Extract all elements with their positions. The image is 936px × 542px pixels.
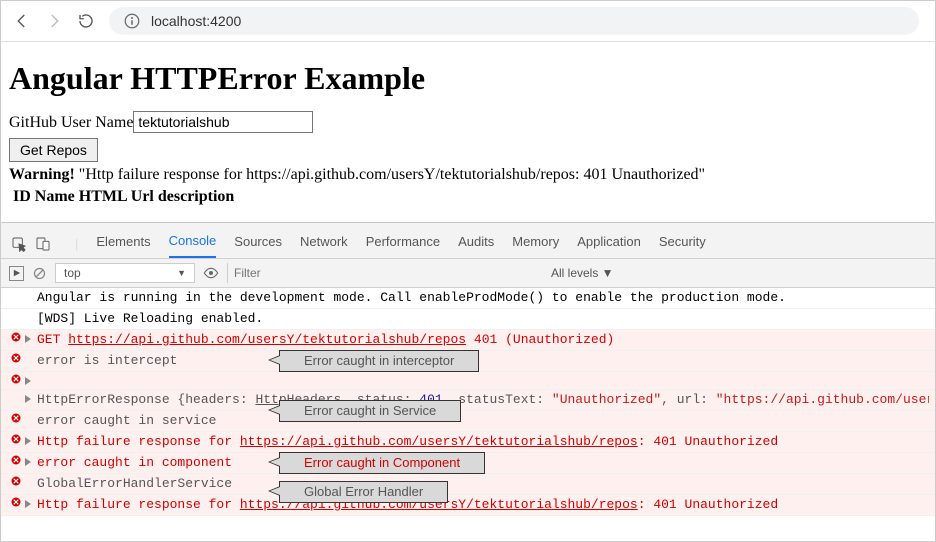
tab-performance[interactable]: Performance xyxy=(366,230,440,257)
expand-icon[interactable] xyxy=(25,395,31,403)
callout-service: Error caught in Service xyxy=(279,400,461,422)
error-line: error is intercept Error caught in inter… xyxy=(1,351,935,372)
expand-icon[interactable] xyxy=(25,500,31,508)
callout-interceptor: Error caught in interceptor xyxy=(279,350,479,372)
expand-icon[interactable] xyxy=(25,377,31,385)
tab-elements[interactable]: Elements xyxy=(96,230,150,257)
execution-play-icon[interactable] xyxy=(9,266,24,281)
error-icon xyxy=(10,373,22,385)
error-line: Http failure response for https://api.gi… xyxy=(1,432,935,453)
username-input[interactable] xyxy=(133,111,313,133)
error-icon xyxy=(10,352,22,364)
error-line: error caught in component Error caught i… xyxy=(1,453,935,474)
error-line: Http failure response for https://api.gi… xyxy=(1,495,935,516)
get-repos-button[interactable]: Get Repos xyxy=(9,138,98,162)
warning-prefix: Warning! xyxy=(9,166,75,183)
table-headers: ID Name HTML Url description xyxy=(9,188,927,206)
back-icon[interactable] xyxy=(13,12,31,30)
live-expression-icon[interactable] xyxy=(203,265,219,281)
warning-message: Warning! "Http failure response for http… xyxy=(9,166,927,184)
request-url-link[interactable]: https://api.github.com/usersY/tektutoria… xyxy=(68,332,466,347)
tab-console[interactable]: Console xyxy=(169,229,217,258)
url-text: localhost:4200 xyxy=(151,13,241,29)
inspect-icon[interactable] xyxy=(11,236,27,252)
error-icon xyxy=(10,496,22,508)
log-levels-select[interactable]: All levels ▼ xyxy=(551,266,614,280)
callout-global: Global Error Handler xyxy=(279,481,448,503)
error-line: GlobalErrorHandlerService Global Error H… xyxy=(1,474,935,495)
forward-icon[interactable] xyxy=(45,12,63,30)
error-icon xyxy=(10,475,22,487)
expand-icon[interactable] xyxy=(25,458,31,466)
devtools-tabs: | Elements Console Sources Network Perfo… xyxy=(1,223,935,259)
error-line: HttpErrorResponse {headers: HttpHeaders,… xyxy=(1,390,935,411)
log-line: Angular is running in the development mo… xyxy=(1,288,935,309)
page-content: Angular HTTPError Example GitHub User Na… xyxy=(1,42,935,210)
filter-input[interactable] xyxy=(227,263,537,283)
device-icon[interactable] xyxy=(35,236,51,252)
tab-audits[interactable]: Audits xyxy=(458,230,494,257)
context-select[interactable]: top▼ xyxy=(55,263,195,283)
username-label: GitHub User Name xyxy=(9,114,133,131)
warning-text: "Http failure response for https://api.g… xyxy=(75,166,705,183)
devtools-panel: | Elements Console Sources Network Perfo… xyxy=(1,222,935,516)
expand-icon[interactable] xyxy=(25,437,31,445)
browser-toolbar: localhost:4200 xyxy=(1,1,935,42)
clear-icon[interactable] xyxy=(32,266,47,281)
error-icon xyxy=(10,412,22,424)
error-line xyxy=(1,372,935,390)
tab-network[interactable]: Network xyxy=(300,230,348,257)
expand-icon[interactable] xyxy=(25,335,31,343)
callout-component: Error caught in Component xyxy=(279,452,485,474)
tab-memory[interactable]: Memory xyxy=(512,230,559,257)
tab-application[interactable]: Application xyxy=(577,230,641,257)
log-line: [WDS] Live Reloading enabled. xyxy=(1,309,935,330)
console-filter-bar: top▼ All levels ▼ xyxy=(1,259,935,288)
error-icon xyxy=(10,454,22,466)
tab-sources[interactable]: Sources xyxy=(234,230,282,257)
tab-security[interactable]: Security xyxy=(659,230,706,257)
error-icon xyxy=(10,331,22,343)
page-title: Angular HTTPError Example xyxy=(9,60,927,97)
info-icon xyxy=(123,12,141,30)
error-line: GET https://api.github.com/usersY/tektut… xyxy=(1,330,935,351)
error-line: error caught in service Error caught in … xyxy=(1,411,935,432)
reload-icon[interactable] xyxy=(77,12,95,30)
error-icon xyxy=(10,433,22,445)
console-output: Angular is running in the development mo… xyxy=(1,288,935,516)
url-bar[interactable]: localhost:4200 xyxy=(109,7,919,35)
